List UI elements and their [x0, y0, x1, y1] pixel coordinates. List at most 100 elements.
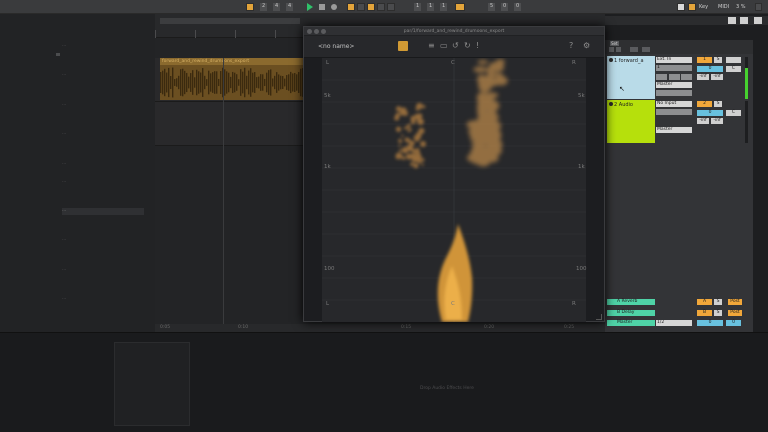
tempo-field-1[interactable]: 2: [260, 3, 268, 11]
help-icon[interactable]: ?: [569, 41, 573, 51]
midi-map-label[interactable]: MIDI: [718, 3, 729, 11]
crossfade-button[interactable]: C: [726, 66, 741, 72]
plugin-titlebar[interactable]: par/1/forward_and_rewind_drumoons_export: [304, 27, 604, 36]
key-map-indicator[interactable]: [688, 3, 696, 11]
browser-item[interactable]: ...: [62, 267, 66, 274]
tempo-field-3[interactable]: 4: [286, 3, 294, 11]
track-activator-button[interactable]: 2: [697, 101, 712, 107]
monitor-auto-button[interactable]: [669, 74, 680, 80]
pre-post-button[interactable]: Post: [728, 310, 742, 316]
plugin-window[interactable]: par/1/forward_and_rewind_drumoons_export…: [303, 26, 605, 322]
tempo-field-2[interactable]: 4: [273, 3, 281, 11]
stop-icon[interactable]: [319, 4, 325, 10]
browser-item[interactable]: ...: [62, 179, 66, 186]
output-select[interactable]: Master: [656, 127, 692, 133]
waves-icon[interactable]: ≡: [428, 41, 435, 51]
solo-button[interactable]: S: [714, 101, 722, 107]
send-value[interactable]: -inf: [711, 74, 723, 80]
solo-button[interactable]: S: [714, 57, 722, 63]
browser-item[interactable]: ...: [62, 72, 66, 79]
track-header-1[interactable]: 1 forward_a: [607, 56, 655, 99]
zoom-in-icon[interactable]: [728, 17, 736, 24]
track-header-2[interactable]: 2 Audio: [607, 100, 655, 143]
crossfade-button[interactable]: C: [726, 110, 741, 116]
stereo-scope-display[interactable]: L C R L C R 5k 1k 100 5k 1k 100: [322, 58, 587, 322]
loop-length-bar[interactable]: 5: [488, 3, 496, 11]
return-activator-button[interactable]: B: [697, 310, 712, 316]
session-button[interactable]: [616, 47, 621, 52]
browser-item[interactable]: ...: [62, 131, 66, 138]
input-channel-select[interactable]: 1: [656, 65, 692, 71]
zoom-out-icon[interactable]: [740, 17, 748, 24]
track-fold-icon[interactable]: [609, 58, 613, 62]
preset-name[interactable]: <no name>: [318, 43, 354, 50]
loop-brace[interactable]: [160, 18, 300, 24]
master-pan-value[interactable]: 0: [697, 320, 723, 326]
info-icon[interactable]: !: [476, 41, 479, 51]
solo-button[interactable]: S: [714, 310, 722, 316]
pan-value[interactable]: 0: [697, 110, 723, 116]
settings-gear-icon[interactable]: ⚙: [583, 41, 590, 51]
reenable-automation-button[interactable]: [377, 3, 385, 11]
view-toggle-icon[interactable]: [754, 17, 762, 24]
clip-title[interactable]: forward_and_rewind_drumoons_export: [160, 58, 308, 65]
monitor-in-button[interactable]: [656, 74, 667, 80]
resize-handle-icon[interactable]: [596, 314, 602, 320]
track-name[interactable]: 2 Audio: [614, 102, 633, 108]
draw-mode-icon[interactable]: [677, 3, 685, 11]
automation-button[interactable]: [357, 3, 365, 11]
session-button[interactable]: [609, 47, 614, 52]
track-activator-button[interactable]: 1: [697, 57, 712, 63]
return-track-b[interactable]: B Delay: [607, 310, 655, 316]
loop-length-sixteenth[interactable]: 0: [514, 3, 522, 11]
compare-icon[interactable]: ▭: [440, 41, 448, 51]
master-track[interactable]: Master: [607, 320, 655, 326]
volume-value[interactable]: -inf: [697, 74, 709, 80]
launch-icon[interactable]: [630, 47, 638, 52]
key-map-label[interactable]: Key: [699, 3, 708, 11]
pre-post-button[interactable]: Post: [728, 299, 742, 305]
browser-item[interactable]: ...: [62, 161, 66, 168]
input-channel-select[interactable]: [656, 109, 692, 115]
browser-item-selected[interactable]: ...: [62, 208, 144, 215]
overdub-button[interactable]: [347, 3, 355, 11]
solo-button[interactable]: S: [714, 299, 722, 305]
volume-value[interactable]: -inf: [697, 118, 709, 124]
monitor-off-button[interactable]: [681, 74, 692, 80]
output-select[interactable]: Master: [656, 82, 692, 88]
browser-item[interactable]: ...: [62, 102, 66, 109]
set-label[interactable]: Set: [610, 41, 619, 46]
position-beat[interactable]: 1: [427, 3, 435, 11]
send-value[interactable]: -inf: [711, 118, 723, 124]
master-input-select[interactable]: 1/2: [656, 320, 692, 326]
automation-arm-button[interactable]: [367, 3, 375, 11]
loop-switch[interactable]: [455, 3, 465, 11]
tap-tempo-button[interactable]: [246, 3, 254, 11]
position-sixteenth[interactable]: 1: [440, 3, 448, 11]
play-icon[interactable]: [307, 3, 313, 11]
track-fold-icon[interactable]: [609, 102, 613, 106]
clip-detail-box[interactable]: [114, 342, 190, 426]
return-track-a[interactable]: A Reverb: [607, 299, 655, 305]
record-icon[interactable]: [331, 4, 337, 10]
browser-item[interactable]: ...: [62, 43, 66, 50]
time-ruler[interactable]: 0:05 0:10 0:15 0:20 0:25: [155, 324, 605, 332]
browser-item[interactable]: ...: [62, 237, 66, 244]
return-activator-button[interactable]: A: [697, 299, 712, 305]
power-button[interactable]: [398, 41, 408, 51]
undo-icon[interactable]: ↺: [452, 41, 459, 51]
redo-icon[interactable]: ↻: [464, 41, 471, 51]
stop-all-clips-icon[interactable]: [642, 47, 650, 52]
pan-value[interactable]: 0: [697, 66, 723, 72]
position-bar[interactable]: 1: [414, 3, 422, 11]
output-channel-select[interactable]: [656, 90, 692, 96]
input-type-select[interactable]: No Input: [656, 101, 692, 107]
capture-button[interactable]: [387, 3, 395, 11]
browser-item[interactable]: ...: [62, 296, 66, 303]
track-name[interactable]: 1 forward_a: [614, 58, 644, 64]
master-crossfade-value[interactable]: 0: [726, 320, 741, 326]
loop-length-beat[interactable]: 0: [501, 3, 509, 11]
arm-button[interactable]: [726, 57, 741, 63]
audio-clip[interactable]: forward_and_rewind_drumoons_export: [160, 58, 308, 100]
input-type-select[interactable]: Ext. In: [656, 57, 692, 63]
